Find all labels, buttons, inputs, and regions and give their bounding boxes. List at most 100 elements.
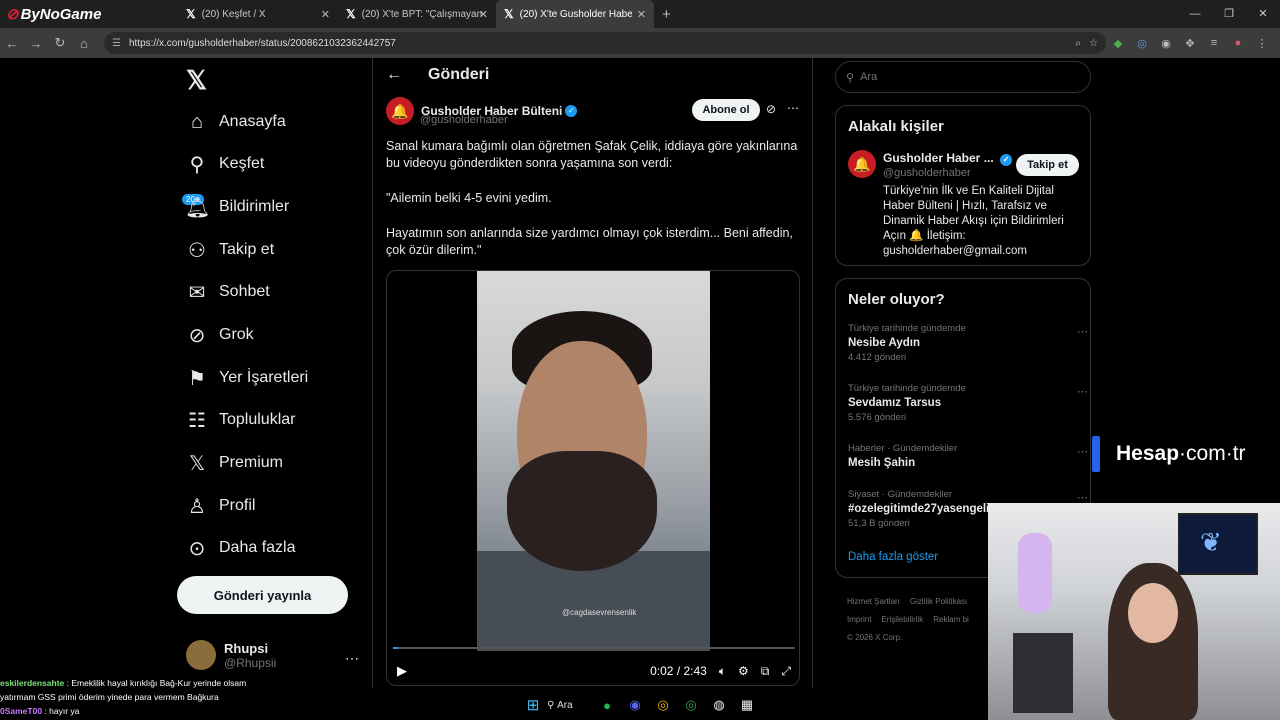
back-arrow-icon[interactable]: ← [386, 66, 402, 84]
more-icon[interactable]: ⋯ [1077, 445, 1088, 458]
browser-tab-2[interactable]: 𝕏 (20) X'te BPT: "Çalışmayan gen✕ [338, 0, 496, 28]
extension-icon[interactable]: ◉ [1154, 37, 1178, 50]
chrome-icon[interactable]: ◎ [649, 697, 677, 713]
bell-icon: 🔔︎ [185, 196, 211, 219]
home-icon: ⌂ [190, 110, 204, 133]
trend-item[interactable]: Türkiye tarihinde gündemde Nesibe Aydın … [848, 323, 1088, 363]
x-favicon-icon: 𝕏 [504, 7, 514, 21]
home-browser-icon[interactable]: ⌂ [72, 36, 96, 51]
user-handle: @Rhupsii [224, 655, 277, 670]
more-icon[interactable]: ⋯ [1077, 325, 1088, 338]
taskbar: ⊞ ⚲ Ara ● ◉ ◎ ◎ ◍ ▦ [0, 690, 1280, 720]
nav-item-bookmarks[interactable]: ⚑ Yer İşaretleri [185, 363, 308, 393]
related-avatar-bell-icon[interactable]: 🔔 [848, 150, 876, 178]
nav-item-notifications[interactable]: 🔔︎ Bildirimler [185, 192, 289, 222]
taskbar-search[interactable]: ⚲ Ara [547, 700, 593, 711]
x-logo-icon[interactable]: 𝕏 [186, 65, 207, 96]
taskbar-search-label: Ara [557, 699, 573, 711]
tab-title: (20) X'te BPT: "Çalışmayan gen [361, 8, 482, 20]
nav-label: Yer İşaretleri [219, 369, 309, 386]
nav-item-profile[interactable]: ♙ Profil [185, 491, 255, 521]
trend-item[interactable]: Haberler · Gündemdekiler Mesih Şahin ⋯ [848, 443, 1088, 469]
video-player[interactable]: @cagdasevrensenlik ▶ 0:02 / 2:43 🔈︎ ⚙ ⧉ … [386, 270, 800, 686]
menu-icon[interactable]: ⋮ [1250, 37, 1274, 50]
more-icon[interactable]: ⋯ [345, 650, 359, 667]
nav-item-premium[interactable]: 𝕏 Premium [185, 448, 283, 478]
chat-line: eskilerdensahte : Emeklilik hayal kırıkl… [0, 676, 600, 690]
footer-link[interactable]: Erişilebilirlik [881, 615, 923, 624]
discord-icon[interactable]: ◉ [621, 697, 649, 713]
related-name[interactable]: Gusholder Haber ... ✓ [883, 151, 1013, 166]
nav-item-explore[interactable]: ⚲ Keşfet [185, 149, 265, 179]
bookmark-star-icon[interactable]: ☆ [1089, 38, 1098, 49]
close-window-icon[interactable]: ✕ [1246, 0, 1280, 28]
calculator-icon[interactable]: ▦ [733, 697, 761, 713]
minimize-icon[interactable]: — [1178, 0, 1212, 28]
fullscreen-icon[interactable]: ⤢ [781, 664, 791, 679]
back-icon[interactable]: ← [0, 36, 24, 51]
nav-item-follow[interactable]: ⚇ Takip et [185, 235, 274, 265]
translate-icon[interactable]: ◎ [1130, 37, 1154, 50]
search-input[interactable]: ⚲ Ara [835, 61, 1091, 93]
browser-tab-3[interactable]: 𝕏 (20) X'te Gusholder Haber Bülte ✕ [496, 0, 654, 28]
follow-button[interactable]: Takip et [1016, 154, 1079, 176]
url-field[interactable]: ☰ https://x.com/gusholderhaber/status/20… [104, 32, 1106, 54]
grok-icon[interactable]: ⊘ [766, 102, 776, 116]
settings-gear-icon[interactable]: ⚙ [738, 664, 749, 678]
profile-browser-icon[interactable]: ● [1226, 37, 1250, 50]
nav-item-grok[interactable]: ⊘ Grok [185, 320, 254, 350]
nav-item-home[interactable]: ⌂ Anasayfa [185, 107, 286, 137]
close-icon[interactable]: ✕ [321, 8, 330, 21]
more-icon[interactable]: ⋯ [1077, 385, 1088, 398]
playlist-icon[interactable]: ≡ [1202, 37, 1226, 50]
zoom-icon[interactable]: ⌕ [1075, 38, 1081, 49]
reload-icon[interactable]: ↻ [48, 35, 72, 51]
trend-item[interactable]: Türkiye tarihinde gündemde Sevdamız Tars… [848, 383, 1088, 423]
trend-context: Türkiye tarihinde gündemde [848, 323, 966, 334]
trend-title: Nesibe Aydın [848, 337, 920, 349]
shield-icon[interactable]: ◆ [1106, 37, 1130, 50]
nav-item-more[interactable]: ⊙ Daha fazla [185, 533, 296, 563]
maximize-icon[interactable]: ❐ [1212, 0, 1246, 28]
post-paragraph: Hayatımın son anlarında size yardımcı ol… [386, 226, 793, 257]
chat-message: : Emeklilik hayal kırıklığı Bağ-Kur yeri… [66, 678, 247, 688]
card-heading: Neler oluyor? [848, 291, 945, 308]
site-info-icon[interactable]: ☰ [112, 38, 121, 49]
video-progress-fill [393, 647, 398, 649]
close-icon[interactable]: ✕ [637, 8, 646, 21]
chrome-alt-icon[interactable]: ◎ [677, 697, 705, 713]
footer-link[interactable]: Imprint [847, 615, 871, 624]
author-avatar-bell-icon[interactable]: 🔔 [386, 97, 414, 125]
nav-item-communities[interactable]: ☷ Topluluklar [185, 405, 295, 435]
forward-icon[interactable]: → [24, 36, 48, 51]
picture-in-picture-icon[interactable]: ⧉ [761, 664, 770, 679]
more-icon[interactable]: ⋯ [787, 101, 799, 115]
video-time: 0:02 / 2:43 [650, 664, 707, 678]
windows-start-icon[interactable]: ⊞ [519, 696, 547, 714]
subscribe-button[interactable]: Abone ol [692, 99, 760, 121]
close-icon[interactable]: ✕ [479, 8, 488, 21]
browser-tab-1[interactable]: 𝕏 (20) Keşfet / X ✕ [178, 0, 338, 28]
related-handle[interactable]: @gusholderhaber [883, 167, 971, 179]
x-favicon-icon: 𝕏 [346, 7, 356, 21]
show-more-link[interactable]: Daha fazla göster [848, 551, 938, 563]
brand-name: ByNoGame [20, 5, 102, 23]
footer-link[interactable]: Reklam bi [933, 615, 969, 624]
volume-icon[interactable]: 🔈︎ [719, 664, 726, 679]
footer-link[interactable]: Hizmet Şartları [847, 597, 900, 606]
account-switcher[interactable]: Rhupsi @Rhupsii [186, 640, 276, 670]
video-progress-bar[interactable] [393, 647, 795, 649]
author-handle[interactable]: @gusholderhaber [420, 114, 508, 126]
nav-item-chat[interactable]: ✉ Sohbet [185, 277, 270, 307]
obs-icon[interactable]: ◍ [705, 697, 733, 713]
post-body: Sanal kumara bağımlı olan öğretmen Şafak… [386, 138, 806, 277]
new-tab-icon[interactable]: + [662, 6, 671, 23]
post-author[interactable]: 🔔 Gusholder Haber Bülteni ✓ @gusholderha… [386, 97, 578, 126]
footer-link[interactable]: Gizlilik Politikası [910, 597, 967, 606]
nav-label: Bildirimler [219, 198, 290, 215]
search-placeholder: Ara [860, 71, 878, 83]
spotify-icon[interactable]: ● [593, 698, 621, 713]
post-button[interactable]: Gönderi yayınla [177, 576, 348, 614]
puzzle-icon[interactable]: ✥ [1178, 37, 1202, 50]
card-heading: Alakalı kişiler [848, 118, 944, 135]
